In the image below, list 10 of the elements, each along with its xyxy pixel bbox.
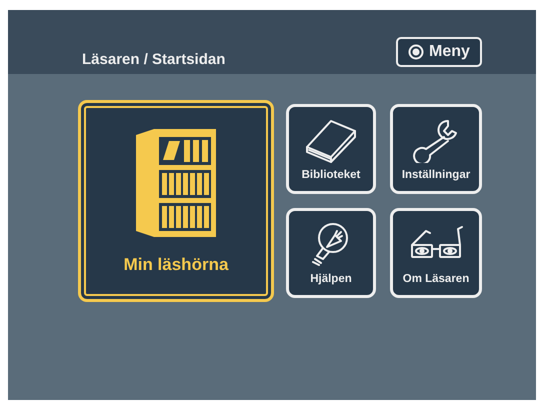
tile-button[interactable]: Biblioteket (286, 104, 376, 194)
tile-button[interactable]: Hjälpen (286, 208, 376, 298)
menu-button[interactable]: Meny (396, 37, 482, 67)
breadcrumb-title: Läsaren / Startsidan (82, 51, 226, 69)
tile-button[interactable]: Min läshörna (78, 100, 274, 302)
book-icon (303, 117, 359, 163)
bookcase-icon (136, 127, 216, 239)
tile-button[interactable]: Inställningar (390, 104, 482, 194)
tile-button[interactable]: Om Läsaren (390, 208, 482, 298)
radio-icon (408, 44, 424, 60)
